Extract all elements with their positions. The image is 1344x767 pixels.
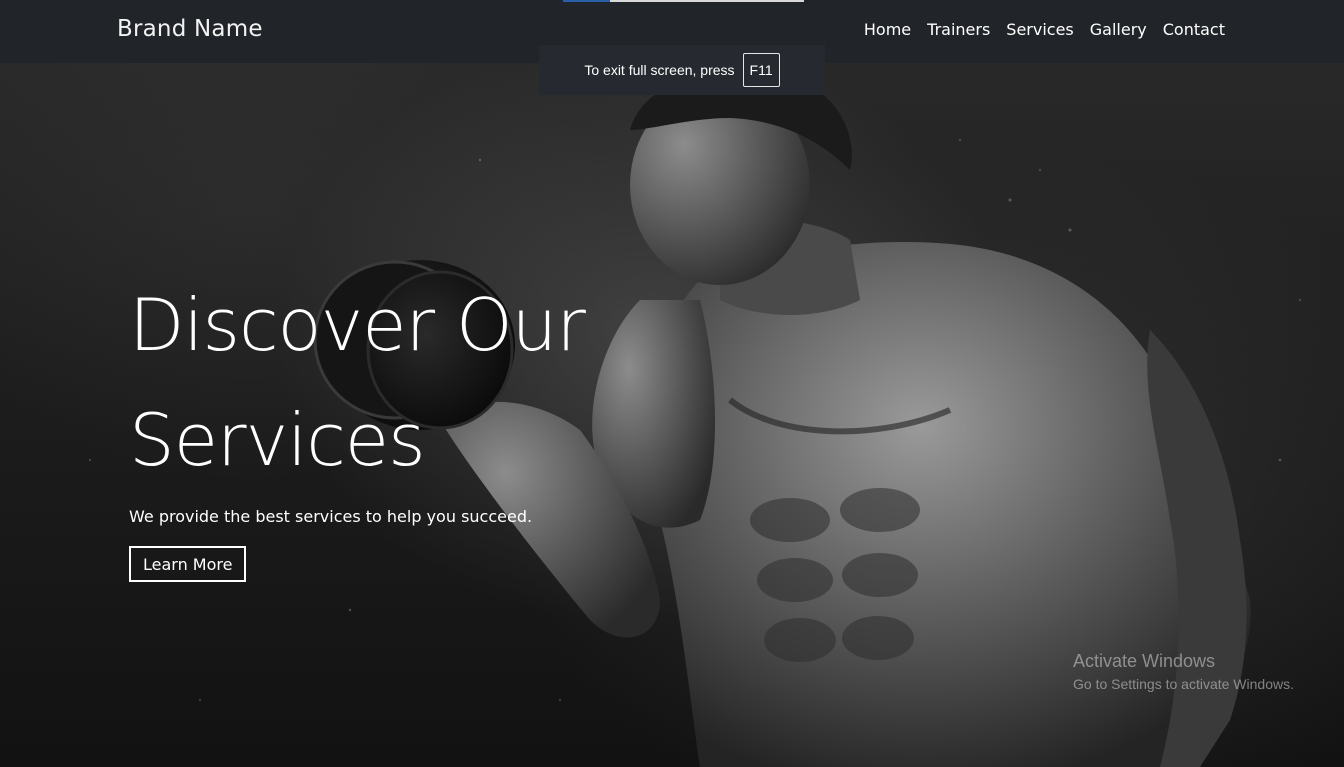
hero-title: Discover Our Services [129, 268, 649, 498]
nav-link-trainers[interactable]: Trainers [927, 20, 990, 39]
nav-link-home[interactable]: Home [864, 20, 911, 39]
hero-title-line-2: Services [129, 398, 426, 482]
nav-link-contact[interactable]: Contact [1163, 20, 1225, 39]
fullscreen-notice-text: To exit full screen, press [584, 62, 735, 78]
brand-logo-link[interactable]: Brand Name [117, 16, 263, 42]
landing-page: Brand Name Home Trainers Services Galler… [0, 0, 1344, 767]
hero-subtitle: We provide the best services to help you… [129, 507, 533, 526]
hero-title-line-1: Discover Our [129, 283, 586, 367]
watermark-subtitle: Go to Settings to activate Windows. [1073, 676, 1294, 692]
page-load-progress-bar [563, 0, 804, 2]
windows-activation-watermark: Activate Windows Go to Settings to activ… [1073, 651, 1294, 692]
nav-links: Home Trainers Services Gallery Contact [864, 20, 1225, 39]
page-load-progress-fill [563, 0, 610, 2]
fullscreen-exit-notice: To exit full screen, press F11 [539, 45, 825, 95]
learn-more-button[interactable]: Learn More [129, 546, 247, 582]
fullscreen-key-badge: F11 [742, 53, 780, 87]
watermark-title: Activate Windows [1073, 651, 1216, 671]
nav-link-gallery[interactable]: Gallery [1090, 20, 1147, 39]
nav-link-services[interactable]: Services [1006, 20, 1073, 39]
